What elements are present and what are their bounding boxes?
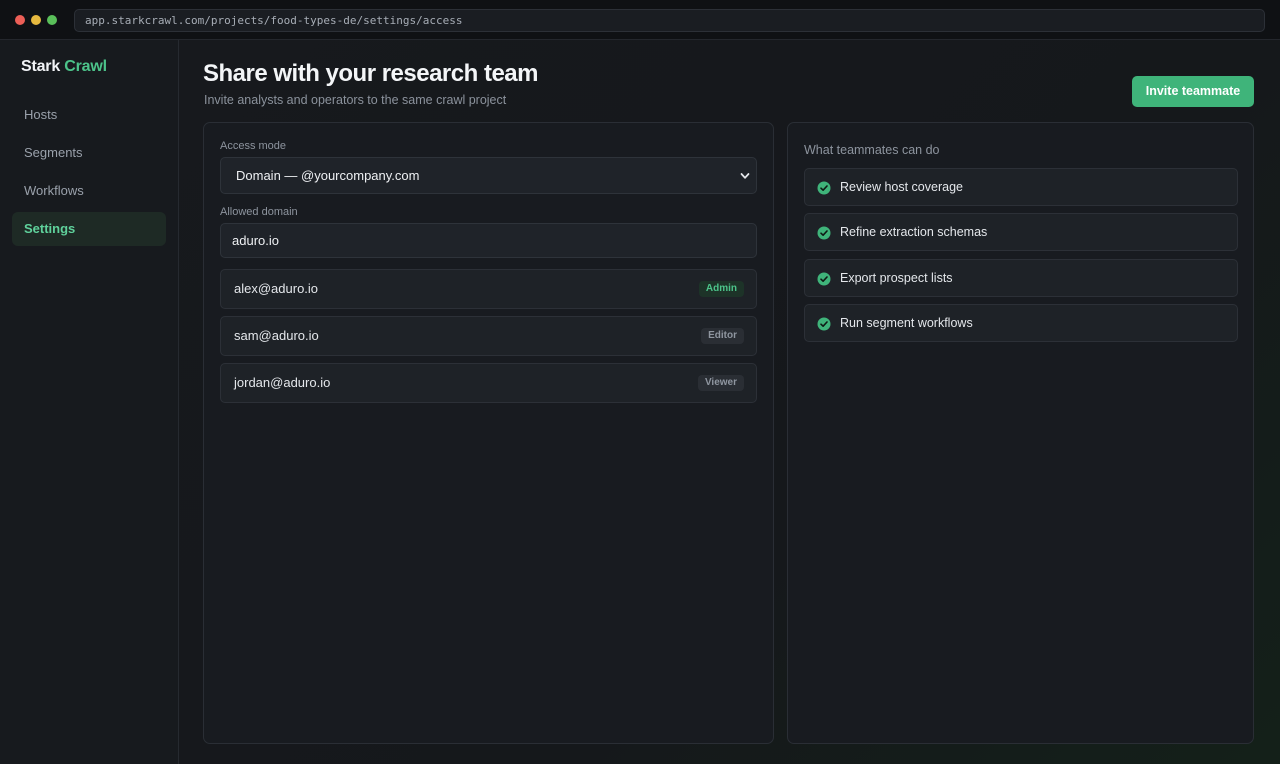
sidebar-item-segments[interactable]: Segments: [12, 136, 166, 170]
member-email: sam@aduro.io: [234, 328, 319, 343]
permission-label: Export prospect lists: [840, 271, 953, 285]
minimize-window-dot[interactable]: [31, 15, 41, 25]
address-bar[interactable]: app.starkcrawl.com/projects/food-types-d…: [74, 9, 1265, 32]
invite-teammate-button[interactable]: Invite teammate: [1132, 76, 1254, 107]
sidebar: Stark Crawl Hosts Segments Workflows Set…: [0, 40, 179, 764]
brand-name-primary: Stark: [21, 58, 61, 75]
close-window-dot[interactable]: [15, 15, 25, 25]
permission-item: Review host coverage: [804, 168, 1238, 206]
browser-chrome: app.starkcrawl.com/projects/food-types-d…: [0, 0, 1280, 40]
main-content: Share with your research team Invite ana…: [179, 40, 1280, 764]
sidebar-item-settings[interactable]: Settings: [12, 212, 166, 246]
check-circle-icon: [817, 317, 831, 331]
access-mode-select[interactable]: Domain — @yourcompany.com: [220, 157, 757, 194]
chevron-down-icon: [740, 173, 750, 179]
member-row[interactable]: jordan@aduro.io Viewer: [220, 363, 757, 403]
sidebar-item-hosts[interactable]: Hosts: [12, 98, 166, 132]
role-badge-admin: Admin: [698, 281, 744, 297]
role-badge-editor: Editor: [701, 328, 744, 344]
permission-item: Refine extraction schemas: [804, 213, 1238, 251]
permission-item: Run segment workflows: [804, 304, 1238, 342]
page-title: Share with your research team: [203, 60, 538, 87]
member-email: alex@aduro.io: [234, 281, 319, 296]
permissions-panel: What teammates can do Review host covera…: [787, 122, 1254, 744]
permission-label: Run segment workflows: [840, 316, 973, 330]
check-circle-icon: [817, 226, 831, 240]
member-email: jordan@aduro.io: [234, 375, 331, 390]
permission-item: Export prospect lists: [804, 259, 1238, 297]
permissions-heading: What teammates can do: [804, 143, 940, 157]
brand-logo[interactable]: Stark Crawl: [21, 58, 107, 76]
member-row[interactable]: alex@aduro.io Admin: [220, 269, 757, 309]
member-row[interactable]: sam@aduro.io Editor: [220, 316, 757, 356]
allowed-domain-label: Allowed domain: [220, 206, 298, 218]
page-subtitle: Invite analysts and operators to the sam…: [204, 93, 507, 107]
allowed-domain-input[interactable]: aduro.io: [220, 223, 757, 258]
permission-label: Review host coverage: [840, 180, 963, 194]
sidebar-item-workflows[interactable]: Workflows: [12, 174, 166, 208]
brand-name-accent: Crawl: [64, 58, 107, 75]
maximize-window-dot[interactable]: [47, 15, 57, 25]
check-circle-icon: [817, 181, 831, 195]
permission-label: Refine extraction schemas: [840, 225, 988, 239]
access-mode-label: Access mode: [220, 140, 287, 152]
check-circle-icon: [817, 272, 831, 286]
role-badge-viewer: Viewer: [697, 375, 744, 391]
access-mode-value: Domain — @yourcompany.com: [236, 168, 420, 183]
access-settings-panel: Access mode Domain — @yourcompany.com Al…: [203, 122, 774, 744]
